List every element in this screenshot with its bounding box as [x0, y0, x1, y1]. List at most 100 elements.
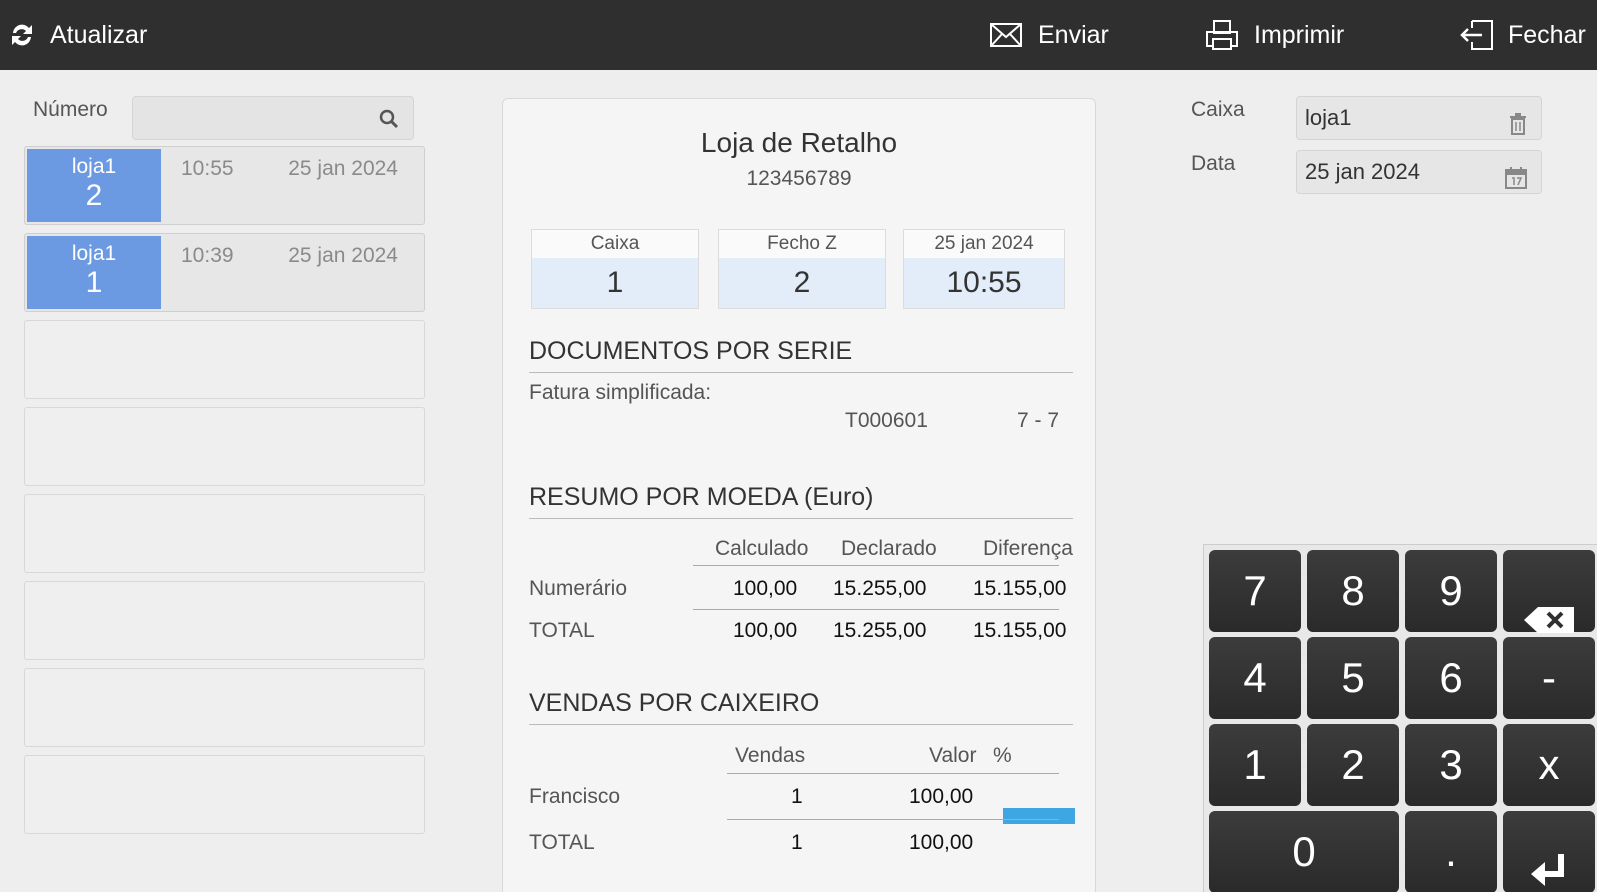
key-decimal[interactable]: .: [1405, 811, 1497, 892]
cashier-section-title: VENDAS POR CAIXEIRO: [529, 689, 1073, 725]
number-label: Número: [33, 98, 108, 121]
calendar-icon[interactable]: [1505, 161, 1527, 203]
closure-list: loja1 2 10:55 25 jan 2024 loja1 1 10:39 …: [24, 146, 425, 842]
envelope-icon: [990, 23, 1022, 47]
row-numerario-decl: 15.255,00: [833, 577, 927, 600]
store-nif: 123456789: [746, 167, 852, 190]
key-minus[interactable]: -: [1503, 637, 1595, 719]
caixa-filter-value: loja1: [1305, 105, 1352, 130]
empty-list-slot: [24, 755, 425, 834]
list-item[interactable]: loja1 2 10:55 25 jan 2024: [24, 146, 425, 225]
key-1[interactable]: 1: [1209, 724, 1301, 806]
col-vendas: Vendas: [735, 744, 806, 767]
store-name: Loja de Retalho: [700, 127, 898, 158]
col-pct: %: [993, 744, 1012, 767]
key-8[interactable]: 8: [1307, 550, 1399, 632]
cashier-name: Francisco: [529, 785, 621, 808]
divider: [693, 565, 1059, 566]
key-9[interactable]: 9: [1405, 550, 1497, 632]
key-backspace[interactable]: [1503, 550, 1595, 633]
cashier-total-label: TOTAL: [529, 831, 595, 854]
list-item-date: 25 jan 2024: [288, 157, 398, 180]
kpi-fecho-value: 2: [793, 266, 811, 299]
badge-number: 1: [85, 266, 103, 299]
key-7[interactable]: 7: [1209, 550, 1301, 632]
caixa-filter-label: Caixa: [1191, 98, 1245, 121]
badge-store: loja1: [71, 242, 117, 265]
list-item-time: 10:39: [181, 244, 234, 267]
badge-number: 2: [85, 179, 103, 212]
empty-list-slot: [24, 581, 425, 660]
row-total-label: TOTAL: [529, 619, 595, 642]
kpi-fecho: Fecho Z 2: [718, 229, 886, 309]
doc-range: 7 - 7: [1017, 409, 1060, 432]
enter-icon: [1531, 833, 1567, 892]
cashier-total-sales: 1: [791, 831, 803, 854]
closure-report: Loja de Retalho 123456789 Caixa 1 Fecho …: [502, 98, 1096, 892]
cashier-total-value: 100,00: [909, 831, 974, 854]
kpi-datetime: 25 jan 2024 10:55: [903, 229, 1065, 309]
print-label: Imprimir: [1254, 20, 1345, 49]
empty-list-slot: [24, 668, 425, 747]
data-filter-label: Data: [1191, 152, 1236, 175]
exit-icon: [1460, 20, 1494, 50]
close-label: Fechar: [1508, 20, 1586, 49]
refresh-icon: [8, 21, 36, 49]
kpi-caixa-label: Caixa: [532, 230, 698, 258]
caixa-filter-field[interactable]: loja1: [1296, 96, 1542, 140]
key-enter[interactable]: [1503, 811, 1595, 892]
doc-type: Fatura simplificada:: [529, 381, 712, 404]
refresh-button[interactable]: Atualizar: [8, 0, 147, 70]
data-filter-value: 25 jan 2024: [1305, 159, 1420, 184]
currency-section-title: RESUMO POR MOEDA (Euro): [529, 483, 1073, 519]
kpi-time-value: 10:55: [946, 266, 1022, 299]
list-item-time: 10:55: [181, 157, 234, 180]
col-diferenca: Diferença: [983, 537, 1073, 560]
badge-store: loja1: [71, 155, 117, 178]
key-6[interactable]: 6: [1405, 637, 1497, 719]
row-total-decl: 15.255,00: [833, 619, 927, 642]
kpi-fecho-label: Fecho Z: [719, 230, 885, 258]
trash-icon[interactable]: [1509, 107, 1527, 149]
closure-badge: loja1 2: [27, 149, 161, 222]
printer-icon: [1206, 20, 1238, 50]
row-numerario-calc: 100,00: [733, 577, 798, 600]
print-button[interactable]: Imprimir: [1206, 0, 1344, 70]
cashier-sales: 1: [791, 785, 803, 808]
key-multiply[interactable]: x: [1503, 724, 1595, 806]
closure-badge: loja1 1: [27, 236, 161, 309]
kpi-date-label: 25 jan 2024: [904, 230, 1064, 258]
list-item-date: 25 jan 2024: [288, 244, 398, 267]
number-search-input[interactable]: [132, 96, 414, 140]
kpi-caixa-value: 1: [606, 266, 624, 299]
cashier-pct-bar: [1003, 808, 1075, 824]
col-calculado: Calculado: [715, 537, 809, 560]
cashier-value: 100,00: [909, 785, 974, 808]
key-3[interactable]: 3: [1405, 724, 1497, 806]
doc-series: T000601: [845, 409, 928, 432]
kpi-caixa: Caixa 1: [531, 229, 699, 309]
row-total-calc: 100,00: [733, 619, 798, 642]
empty-list-slot: [24, 320, 425, 399]
row-total-diff: 15.155,00: [973, 619, 1067, 642]
list-item[interactable]: loja1 1 10:39 25 jan 2024: [24, 233, 425, 312]
col-declarado: Declarado: [841, 537, 937, 560]
key-2[interactable]: 2: [1307, 724, 1399, 806]
empty-list-slot: [24, 494, 425, 573]
send-label: Enviar: [1038, 20, 1109, 49]
divider: [693, 609, 1059, 610]
key-5[interactable]: 5: [1307, 637, 1399, 719]
row-numerario-diff: 15.155,00: [973, 577, 1067, 600]
data-filter-field[interactable]: 25 jan 2024: [1296, 150, 1542, 194]
refresh-label: Atualizar: [50, 20, 148, 49]
key-4[interactable]: 4: [1209, 637, 1301, 719]
toolbar: Atualizar Enviar Imprimir Fechar: [0, 0, 1597, 70]
key-0[interactable]: 0: [1209, 811, 1399, 892]
close-button[interactable]: Fechar: [1460, 0, 1586, 70]
divider: [727, 773, 1059, 774]
col-valor: Valor: [929, 744, 977, 767]
divider: [727, 819, 1059, 820]
search-icon[interactable]: [379, 109, 399, 134]
send-button[interactable]: Enviar: [990, 0, 1109, 70]
numeric-keypad: 7 8 9 4 5 6 - 1 2 3 x 0 .: [1203, 544, 1597, 892]
